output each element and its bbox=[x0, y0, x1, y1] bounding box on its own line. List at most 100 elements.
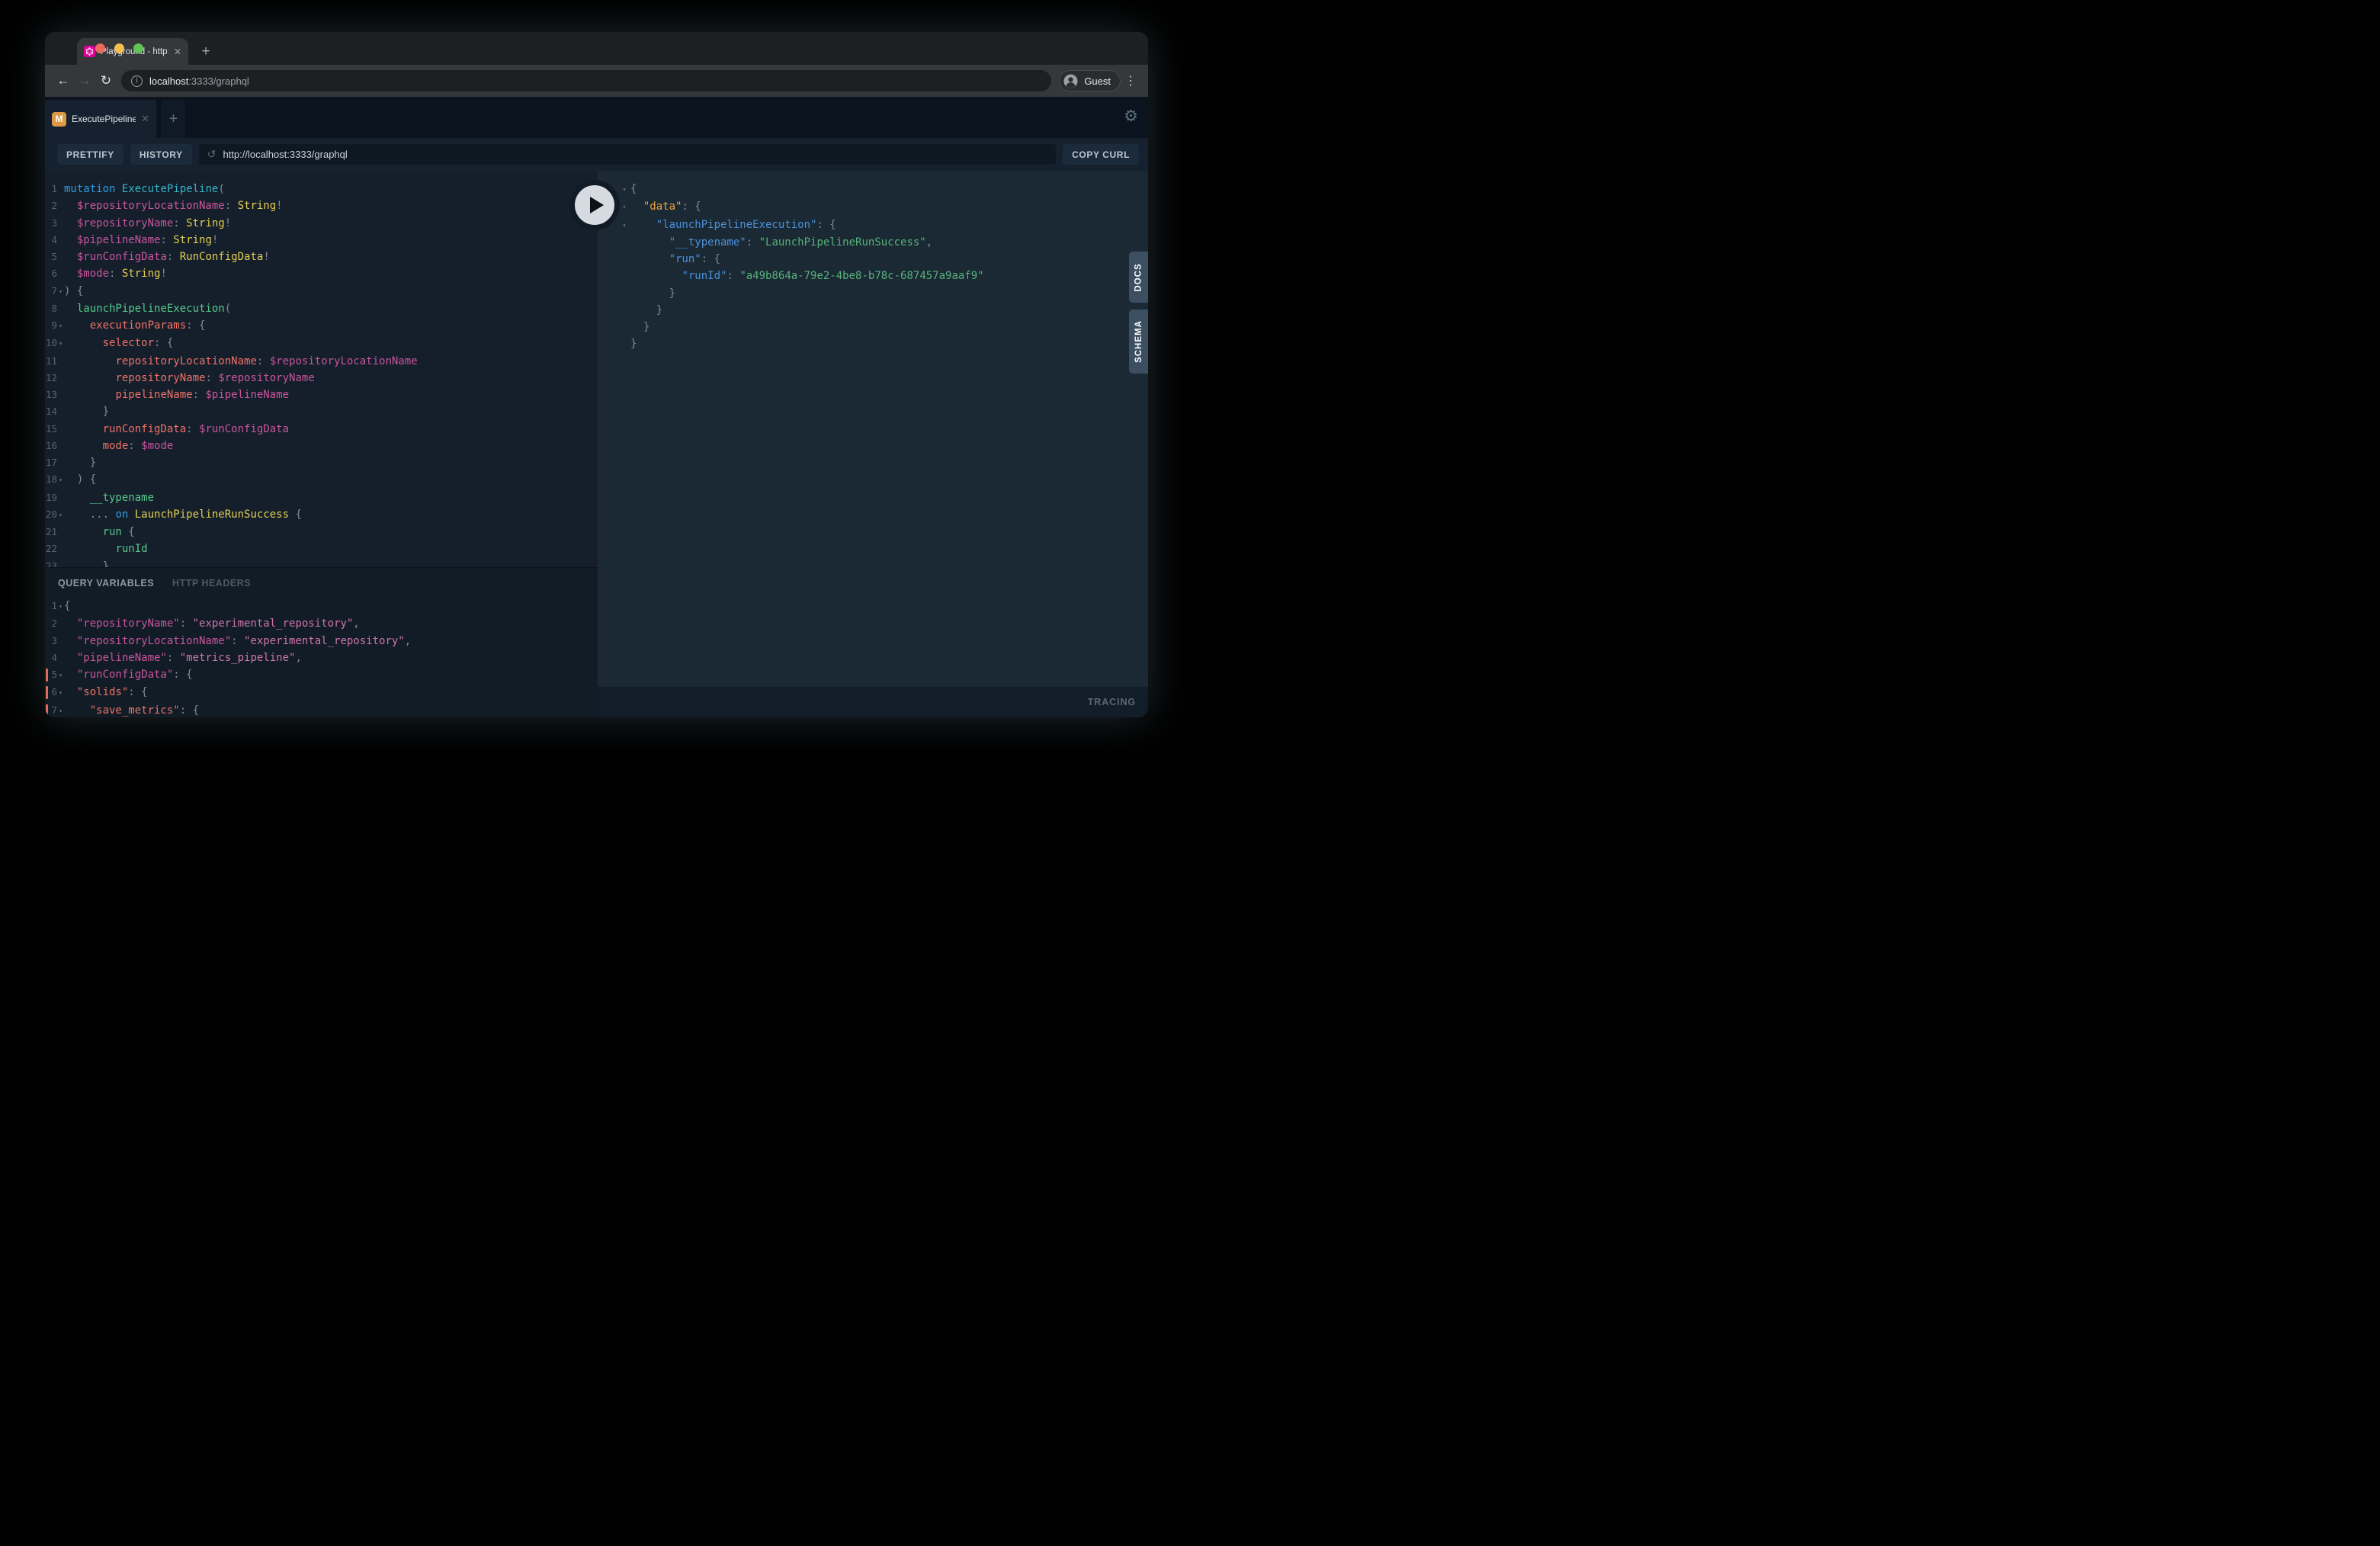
code-line[interactable]: 17 } bbox=[45, 454, 598, 471]
code-text: $pipelineName: String! bbox=[64, 234, 218, 246]
prettify-button[interactable]: PRETTIFY bbox=[57, 144, 123, 165]
code-line[interactable]: } bbox=[598, 302, 1148, 319]
code-line[interactable]: 6 $mode: String! bbox=[45, 265, 598, 282]
code-line[interactable]: 7▾) { bbox=[45, 283, 598, 300]
fold-arrow-icon[interactable]: ▾ bbox=[57, 598, 64, 615]
new-session-tab-button[interactable]: + bbox=[162, 100, 185, 138]
code-text: $repositoryLocationName: String! bbox=[64, 200, 283, 212]
code-line[interactable]: 2 $repositoryLocationName: String! bbox=[45, 197, 598, 214]
fold-arrow-icon[interactable]: ▾ bbox=[57, 284, 64, 300]
code-line[interactable]: 1▾{ bbox=[45, 598, 598, 615]
line-number: 15 bbox=[45, 421, 57, 438]
fold-arrow-icon[interactable]: ▾ bbox=[57, 335, 64, 352]
code-text: $mode: String! bbox=[64, 268, 167, 280]
execute-query-button[interactable] bbox=[569, 180, 620, 230]
code-line[interactable]: 18▾ ) { bbox=[45, 471, 598, 489]
line-number: 7 bbox=[45, 283, 57, 300]
code-line[interactable]: 13 pipelineName: $pipelineName bbox=[45, 386, 598, 403]
code-line[interactable]: ▾{ bbox=[598, 181, 1148, 198]
browser-menu-icon[interactable]: ⋮ bbox=[1121, 73, 1140, 88]
fold-arrow-icon[interactable]: ▾ bbox=[57, 318, 64, 335]
code-line[interactable]: ▾ "data": { bbox=[598, 198, 1148, 216]
code-line[interactable]: 21 run { bbox=[45, 524, 598, 540]
code-line[interactable]: 9▾ executionParams: { bbox=[45, 317, 598, 335]
code-line[interactable]: } bbox=[598, 335, 1148, 352]
graphql-favicon-icon bbox=[84, 46, 95, 57]
line-number: 23 bbox=[45, 558, 57, 568]
line-number: 4 bbox=[45, 232, 57, 249]
fold-arrow-icon[interactable]: ▾ bbox=[57, 472, 64, 489]
new-tab-button[interactable]: + bbox=[196, 42, 216, 62]
tab-query-variables[interactable]: QUERY VARIABLES bbox=[58, 578, 154, 589]
fold-arrow-icon[interactable]: ▾ bbox=[618, 199, 630, 216]
tab-http-headers[interactable]: HTTP HEADERS bbox=[172, 578, 251, 589]
schema-side-tab[interactable]: SCHEMA bbox=[1129, 310, 1148, 374]
code-line[interactable]: 19 __typename bbox=[45, 489, 598, 506]
url-host: localhost bbox=[149, 75, 188, 87]
response-viewer[interactable]: ▾{▾ "data": {▾ "launchPipelineExecution"… bbox=[598, 171, 1148, 687]
code-line[interactable]: 10▾ selector: { bbox=[45, 335, 598, 352]
close-window-button[interactable] bbox=[95, 43, 105, 53]
code-line[interactable]: 7▾ "save_metrics": { bbox=[45, 702, 598, 718]
fold-arrow-icon[interactable]: ▾ bbox=[618, 181, 630, 198]
fold-arrow-icon[interactable]: ▾ bbox=[57, 507, 64, 524]
tracing-label[interactable]: TRACING bbox=[1088, 697, 1136, 707]
line-number: 10 bbox=[45, 335, 57, 351]
copy-curl-button[interactable]: COPY CURL bbox=[1063, 144, 1139, 165]
line-number: 12 bbox=[45, 370, 57, 386]
fold-arrow-icon[interactable]: ▾ bbox=[57, 685, 64, 701]
code-line[interactable]: 23 } bbox=[45, 558, 598, 568]
code-line[interactable]: 8 launchPipelineExecution( bbox=[45, 300, 598, 317]
minimize-window-button[interactable] bbox=[114, 43, 124, 53]
code-line[interactable]: } bbox=[598, 285, 1148, 302]
code-line[interactable]: 1mutation ExecutePipeline( bbox=[45, 181, 598, 197]
code-text: runConfigData: $runConfigData bbox=[64, 423, 289, 435]
code-line[interactable]: 14 } bbox=[45, 403, 598, 420]
code-line[interactable]: 5 $runConfigData: RunConfigData! bbox=[45, 249, 598, 265]
code-line[interactable]: 11 repositoryLocationName: $repositoryLo… bbox=[45, 353, 598, 370]
code-line[interactable]: 3 $repositoryName: String! bbox=[45, 215, 598, 232]
fold-arrow-icon[interactable]: ▾ bbox=[618, 217, 630, 234]
line-number: 13 bbox=[45, 386, 57, 403]
code-line[interactable]: 2 "repositoryName": "experimental_reposi… bbox=[45, 615, 598, 632]
back-icon[interactable]: ← bbox=[53, 70, 74, 91]
code-line[interactable]: "run": { bbox=[598, 251, 1148, 268]
fold-arrow-icon[interactable]: ▾ bbox=[57, 703, 64, 718]
endpoint-input[interactable]: ↺ http://localhost:3333/graphql bbox=[199, 144, 1056, 165]
settings-gear-icon[interactable]: ⚙ bbox=[1124, 107, 1138, 126]
profile-button[interactable]: Guest bbox=[1059, 70, 1121, 91]
code-line[interactable]: 4 "pipelineName": "metrics_pipeline", bbox=[45, 650, 598, 666]
code-text: executionParams: { bbox=[64, 319, 205, 332]
query-editor[interactable]: 1mutation ExecutePipeline(2 $repositoryL… bbox=[45, 171, 598, 567]
site-info-icon[interactable]: i bbox=[131, 75, 143, 87]
address-bar[interactable]: i localhost:3333/graphql bbox=[121, 70, 1051, 91]
code-line[interactable]: 5▾ "runConfigData": { bbox=[45, 666, 598, 684]
code-line[interactable]: 12 repositoryName: $repositoryName bbox=[45, 370, 598, 386]
code-line[interactable]: 15 runConfigData: $runConfigData bbox=[45, 421, 598, 438]
forward-icon[interactable]: → bbox=[74, 70, 95, 91]
code-line[interactable]: } bbox=[598, 319, 1148, 335]
zoom-window-button[interactable] bbox=[133, 43, 143, 53]
code-line[interactable]: 22 runId bbox=[45, 540, 598, 557]
variables-editor[interactable]: 1▾{2 "repositoryName": "experimental_rep… bbox=[45, 592, 598, 717]
graphql-playground: M ExecutePipeline ✕ + ⚙ PRETTIFY HISTORY… bbox=[45, 97, 1148, 717]
code-line[interactable]: 6▾ "solids": { bbox=[45, 684, 598, 701]
code-line[interactable]: "__typename": "LaunchPipelineRunSuccess"… bbox=[598, 234, 1148, 251]
code-line[interactable]: 20▾ ... on LaunchPipelineRunSuccess { bbox=[45, 506, 598, 524]
code-line[interactable]: 3 "repositoryLocationName": "experimenta… bbox=[45, 633, 598, 650]
reload-icon[interactable]: ↻ bbox=[95, 70, 117, 91]
fold-arrow-icon[interactable]: ▾ bbox=[57, 667, 64, 684]
code-text: ) { bbox=[64, 285, 83, 297]
code-text: ) { bbox=[64, 473, 96, 486]
docs-side-tab[interactable]: DOCS bbox=[1129, 252, 1148, 303]
session-tab-close-icon[interactable]: ✕ bbox=[141, 113, 149, 125]
history-button[interactable]: HISTORY bbox=[130, 144, 192, 165]
code-text: } bbox=[64, 560, 109, 568]
code-line[interactable]: ▾ "launchPipelineExecution": { bbox=[598, 217, 1148, 234]
code-line[interactable]: "runId": "a49b864a-79e2-4be8-b78c-687457… bbox=[598, 268, 1148, 284]
session-tab-executepipeline[interactable]: M ExecutePipeline ✕ bbox=[45, 100, 156, 138]
code-line[interactable]: 16 mode: $mode bbox=[45, 438, 598, 454]
code-line[interactable]: 4 $pipelineName: String! bbox=[45, 232, 598, 249]
code-text: "launchPipelineExecution": { bbox=[630, 219, 836, 231]
tab-close-icon[interactable]: ✕ bbox=[174, 47, 181, 57]
